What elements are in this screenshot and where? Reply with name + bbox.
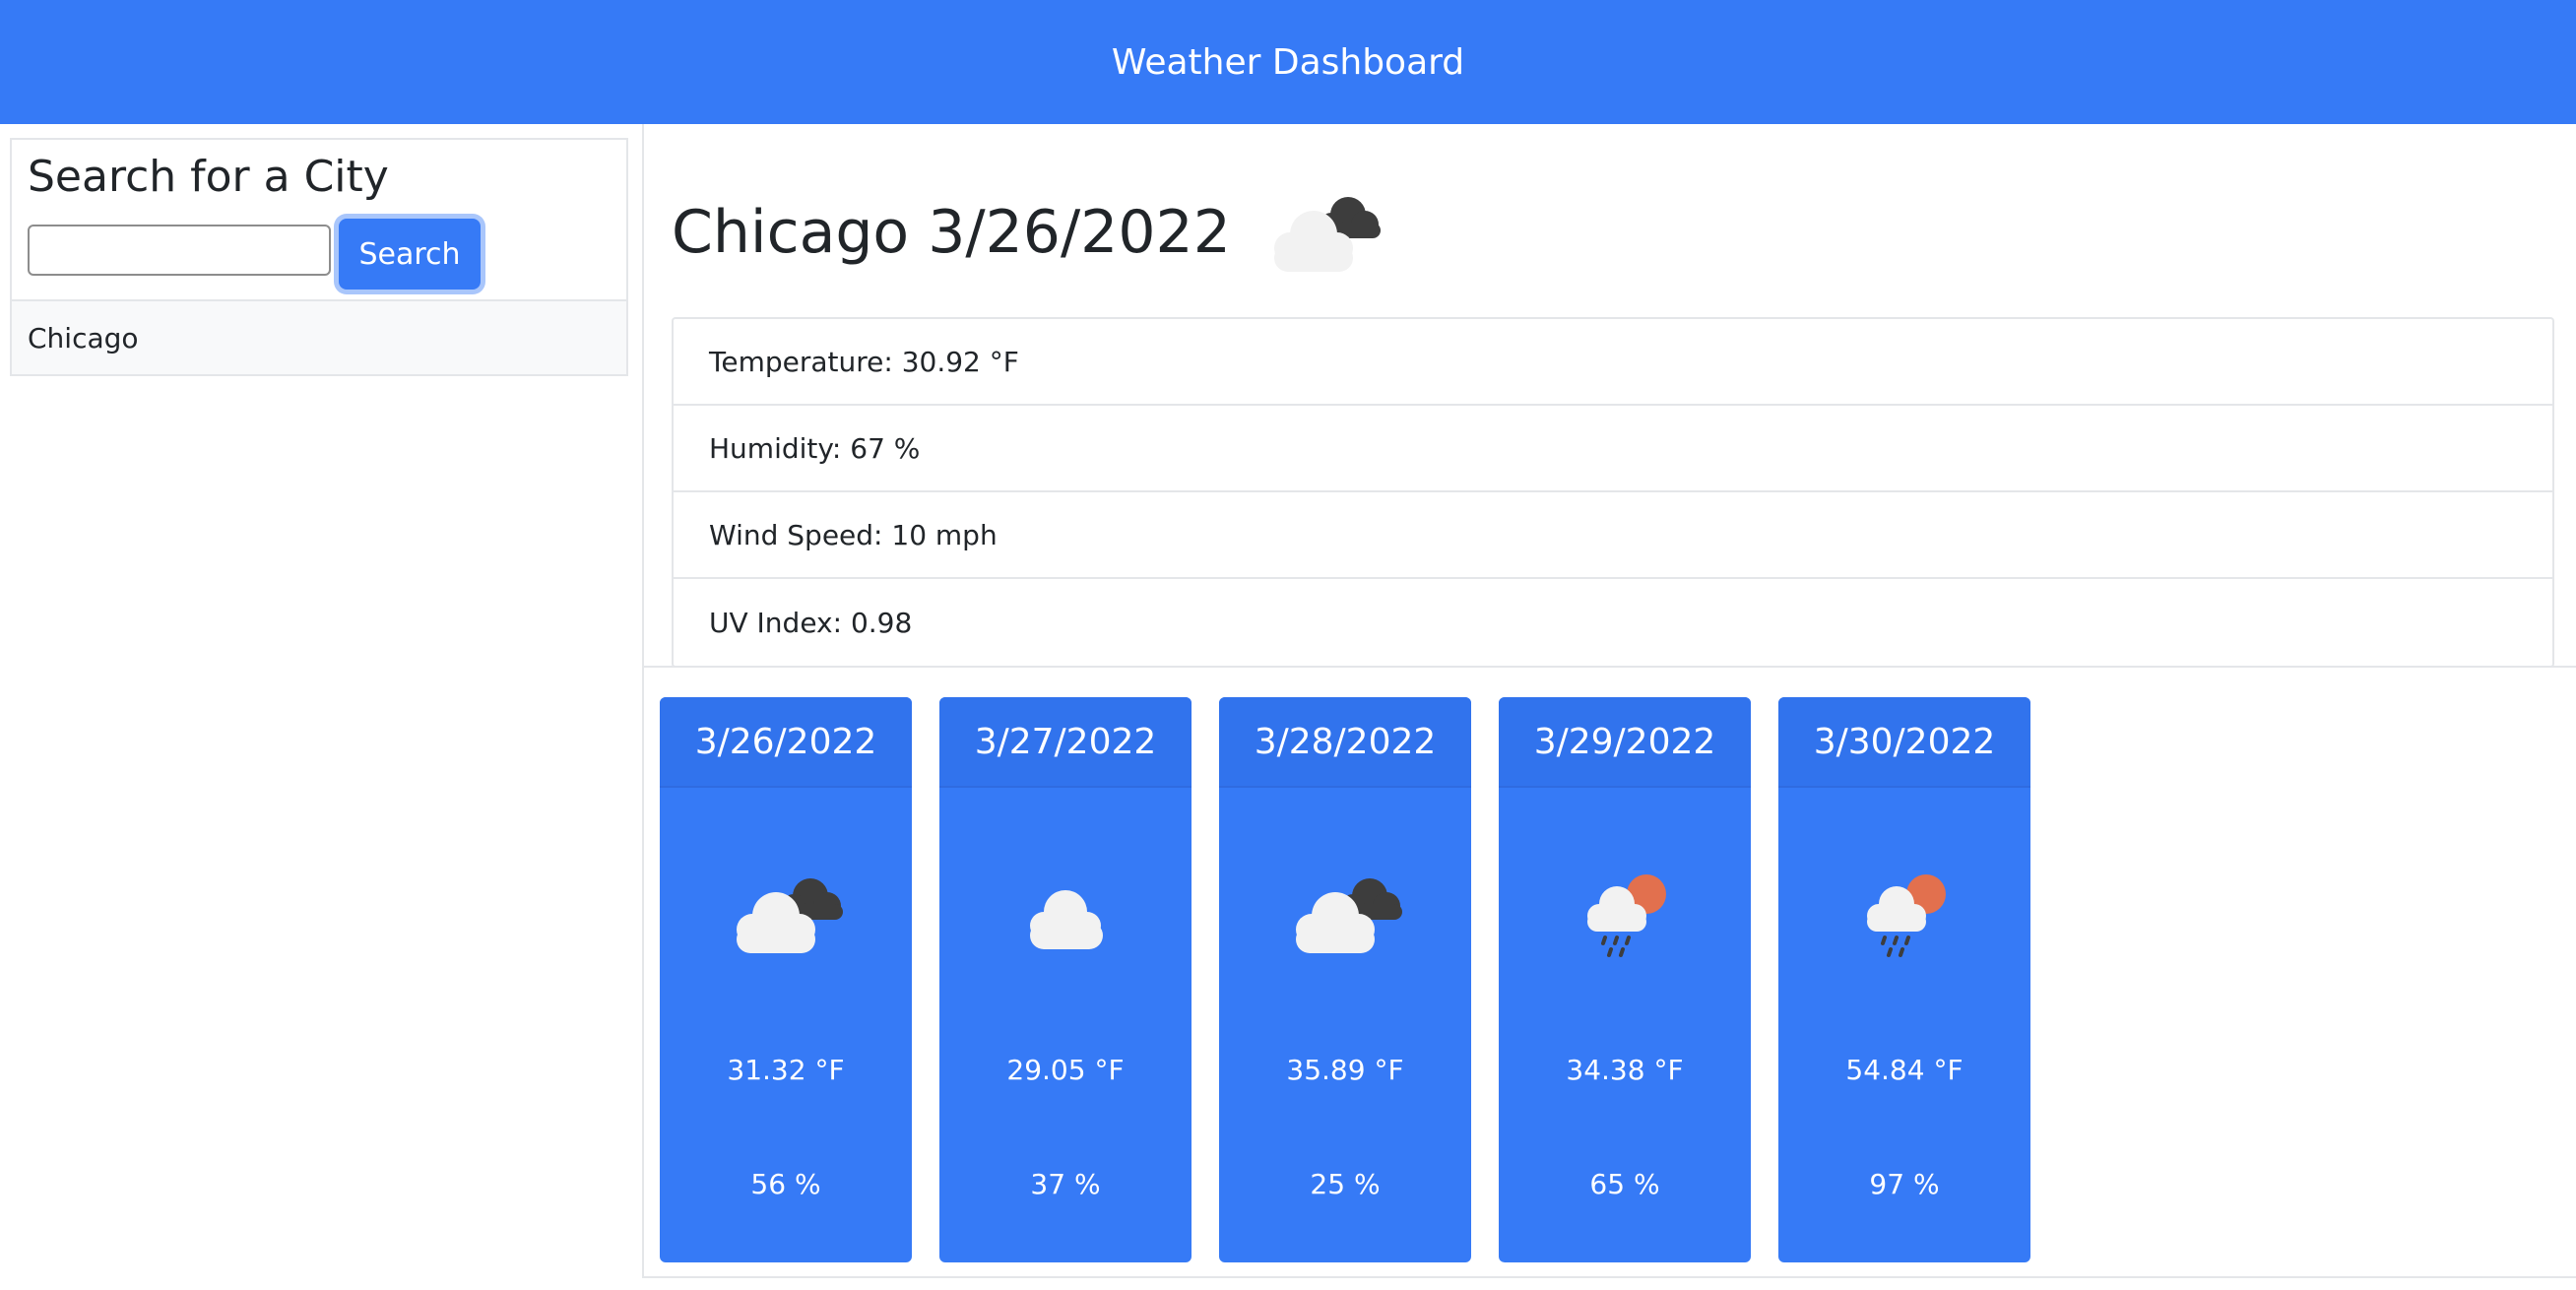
- city-search-input[interactable]: [28, 225, 331, 276]
- search-card: Search for a City Search: [10, 138, 628, 299]
- app-header: Weather Dashboard: [0, 0, 2576, 124]
- cloud-night-icon: [737, 878, 843, 953]
- forecast-humidity: 56 %: [750, 1168, 821, 1200]
- section-divider: [644, 666, 2576, 668]
- forecast-card: 3/28/2022 35.89 °F 25 %: [1219, 697, 1471, 1262]
- cloud-icon: [1030, 890, 1103, 949]
- forecast-date: 3/28/2022: [1219, 697, 1471, 788]
- forecast-card: 3/27/2022 29.05 °F 37 %: [939, 697, 1191, 1262]
- history-item-chicago[interactable]: Chicago: [10, 299, 628, 376]
- sidebar: Search for a City Search Chicago: [10, 138, 628, 376]
- detail-uv-index: UV Index: 0.98: [709, 606, 913, 639]
- current-title: Chicago 3/26/2022: [672, 198, 1231, 267]
- forecast-temp: 35.89 °F: [1286, 1054, 1404, 1086]
- forecast-card: 3/26/2022 31.32 °F 56 %: [660, 697, 912, 1262]
- current-weather-header: Chicago 3/26/2022: [672, 163, 1392, 301]
- forecast-humidity: 25 %: [1310, 1168, 1381, 1200]
- forecast-date: 3/26/2022: [660, 697, 912, 788]
- forecast-temp: 31.32 °F: [727, 1054, 845, 1086]
- detail-humidity: Humidity: 67 %: [674, 406, 2552, 492]
- forecast-card: 3/29/2022 34.38 °F 65 %: [1499, 697, 1751, 1262]
- detail-temperature: Temperature: 30.92 °F: [674, 319, 2552, 406]
- forecast-temp: 54.84 °F: [1845, 1054, 1964, 1086]
- forecast-date: 3/29/2022: [1499, 697, 1751, 788]
- forecast-card: 3/30/2022 54.84 °F 97 %: [1778, 697, 2030, 1262]
- forecast-date: 3/27/2022: [939, 697, 1191, 788]
- search-button[interactable]: Search: [339, 219, 481, 290]
- current-details-list: Temperature: 30.92 °F Humidity: 67 % Win…: [672, 317, 2554, 668]
- cloud-night-icon: [1296, 878, 1402, 953]
- rain-sun-icon: [1867, 874, 1946, 957]
- detail-wind-speed: Wind Speed: 10 mph: [674, 492, 2552, 579]
- forecast-humidity: 97 %: [1869, 1168, 1940, 1200]
- main-panel: Chicago 3/26/2022 Temperature: 30.92 °F …: [642, 124, 2576, 1278]
- forecast-temp: 29.05 °F: [1006, 1054, 1125, 1086]
- forecast-humidity: 37 %: [1030, 1168, 1101, 1200]
- search-title: Search for a City: [28, 152, 389, 202]
- forecast-temp: 34.38 °F: [1566, 1054, 1684, 1086]
- app-title: Weather Dashboard: [1111, 41, 1465, 83]
- forecast-date: 3/30/2022: [1778, 697, 2030, 788]
- cloud-night-icon: [1273, 197, 1381, 272]
- forecast-humidity: 65 %: [1589, 1168, 1660, 1200]
- rain-sun-icon: [1587, 874, 1666, 957]
